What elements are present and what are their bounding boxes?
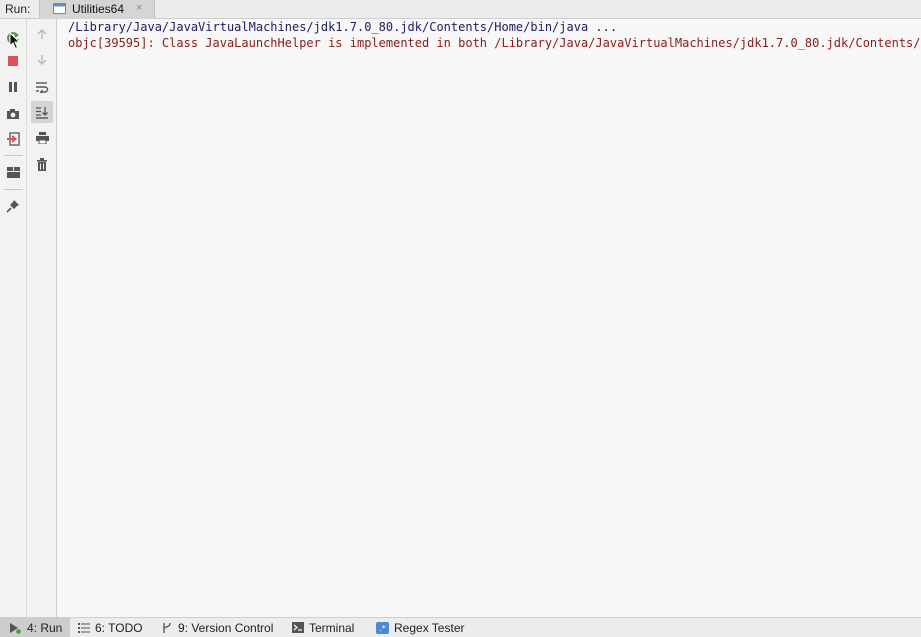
arrow-up-icon bbox=[37, 29, 47, 39]
camera-icon bbox=[7, 109, 19, 119]
terminal-icon bbox=[292, 622, 304, 633]
tool-window-bar: 4: Run 6: TODO 9: Version Control Termin… bbox=[0, 617, 921, 637]
clear-all-button[interactable] bbox=[31, 153, 53, 175]
console-tab-icon bbox=[53, 3, 66, 14]
pin-icon bbox=[6, 200, 19, 213]
arrow-down-icon bbox=[37, 55, 47, 65]
up-button[interactable] bbox=[31, 23, 53, 45]
tab-regex-tester[interactable]: .* Regex Tester bbox=[376, 618, 464, 637]
regex-icon: .* bbox=[376, 621, 389, 634]
login-button[interactable] bbox=[2, 128, 24, 150]
soft-wrap-icon bbox=[36, 82, 49, 93]
console-line-error[interactable]: objc[39595]: Class JavaLaunchHelper is i… bbox=[68, 36, 921, 50]
tab-terminal[interactable]: Terminal bbox=[292, 618, 354, 637]
tab-run[interactable]: 4: Run bbox=[0, 618, 71, 637]
tab-run-label: 4: Run bbox=[27, 620, 63, 635]
tab-regex-tester-label: Regex Tester bbox=[394, 620, 465, 635]
list-icon bbox=[78, 623, 90, 633]
console-toolbar bbox=[27, 19, 57, 617]
down-button[interactable] bbox=[31, 49, 53, 71]
soft-wrap-button[interactable] bbox=[31, 76, 53, 98]
print-button[interactable] bbox=[31, 127, 53, 149]
trash-icon bbox=[37, 157, 47, 171]
pause-button[interactable] bbox=[2, 76, 24, 98]
run-header: Run: Utilities64 × bbox=[0, 0, 921, 19]
login-icon bbox=[7, 132, 20, 146]
tab-version-control[interactable]: 9: Version Control bbox=[161, 618, 273, 637]
tab-todo[interactable]: 6: TODO bbox=[78, 618, 143, 637]
layout-button[interactable] bbox=[2, 161, 24, 183]
tab-version-control-label: 9: Version Control bbox=[178, 620, 274, 635]
mouse-cursor-icon bbox=[9, 32, 21, 50]
stop-icon bbox=[8, 56, 18, 66]
left-toolbar bbox=[0, 19, 27, 617]
console-output[interactable]: /Library/Java/JavaVirtualMachines/jdk1.7… bbox=[57, 19, 921, 617]
scroll-to-end-button[interactable] bbox=[31, 101, 53, 123]
toolbar-separator bbox=[4, 189, 23, 190]
dump-threads-button[interactable] bbox=[2, 103, 24, 125]
scroll-to-end-icon bbox=[36, 106, 48, 119]
svg-text:.*: .* bbox=[379, 624, 386, 633]
console-line-command[interactable]: /Library/Java/JavaVirtualMachines/jdk1.7… bbox=[68, 20, 617, 34]
toolbar-separator bbox=[4, 155, 23, 156]
layout-icon bbox=[6, 166, 20, 178]
tab-label: Utilities64 bbox=[72, 2, 125, 16]
run-icon bbox=[10, 622, 21, 634]
pin-button[interactable] bbox=[2, 195, 24, 217]
branch-icon bbox=[163, 622, 171, 633]
close-icon[interactable]: × bbox=[136, 2, 142, 14]
print-icon bbox=[35, 132, 49, 144]
pause-icon bbox=[9, 82, 17, 92]
run-label: Run: bbox=[5, 2, 31, 16]
tab-utilities64[interactable]: Utilities64 × bbox=[39, 0, 155, 19]
tab-todo-label: 6: TODO bbox=[95, 620, 143, 635]
stop-button[interactable] bbox=[2, 50, 24, 72]
tab-terminal-label: Terminal bbox=[309, 620, 355, 635]
